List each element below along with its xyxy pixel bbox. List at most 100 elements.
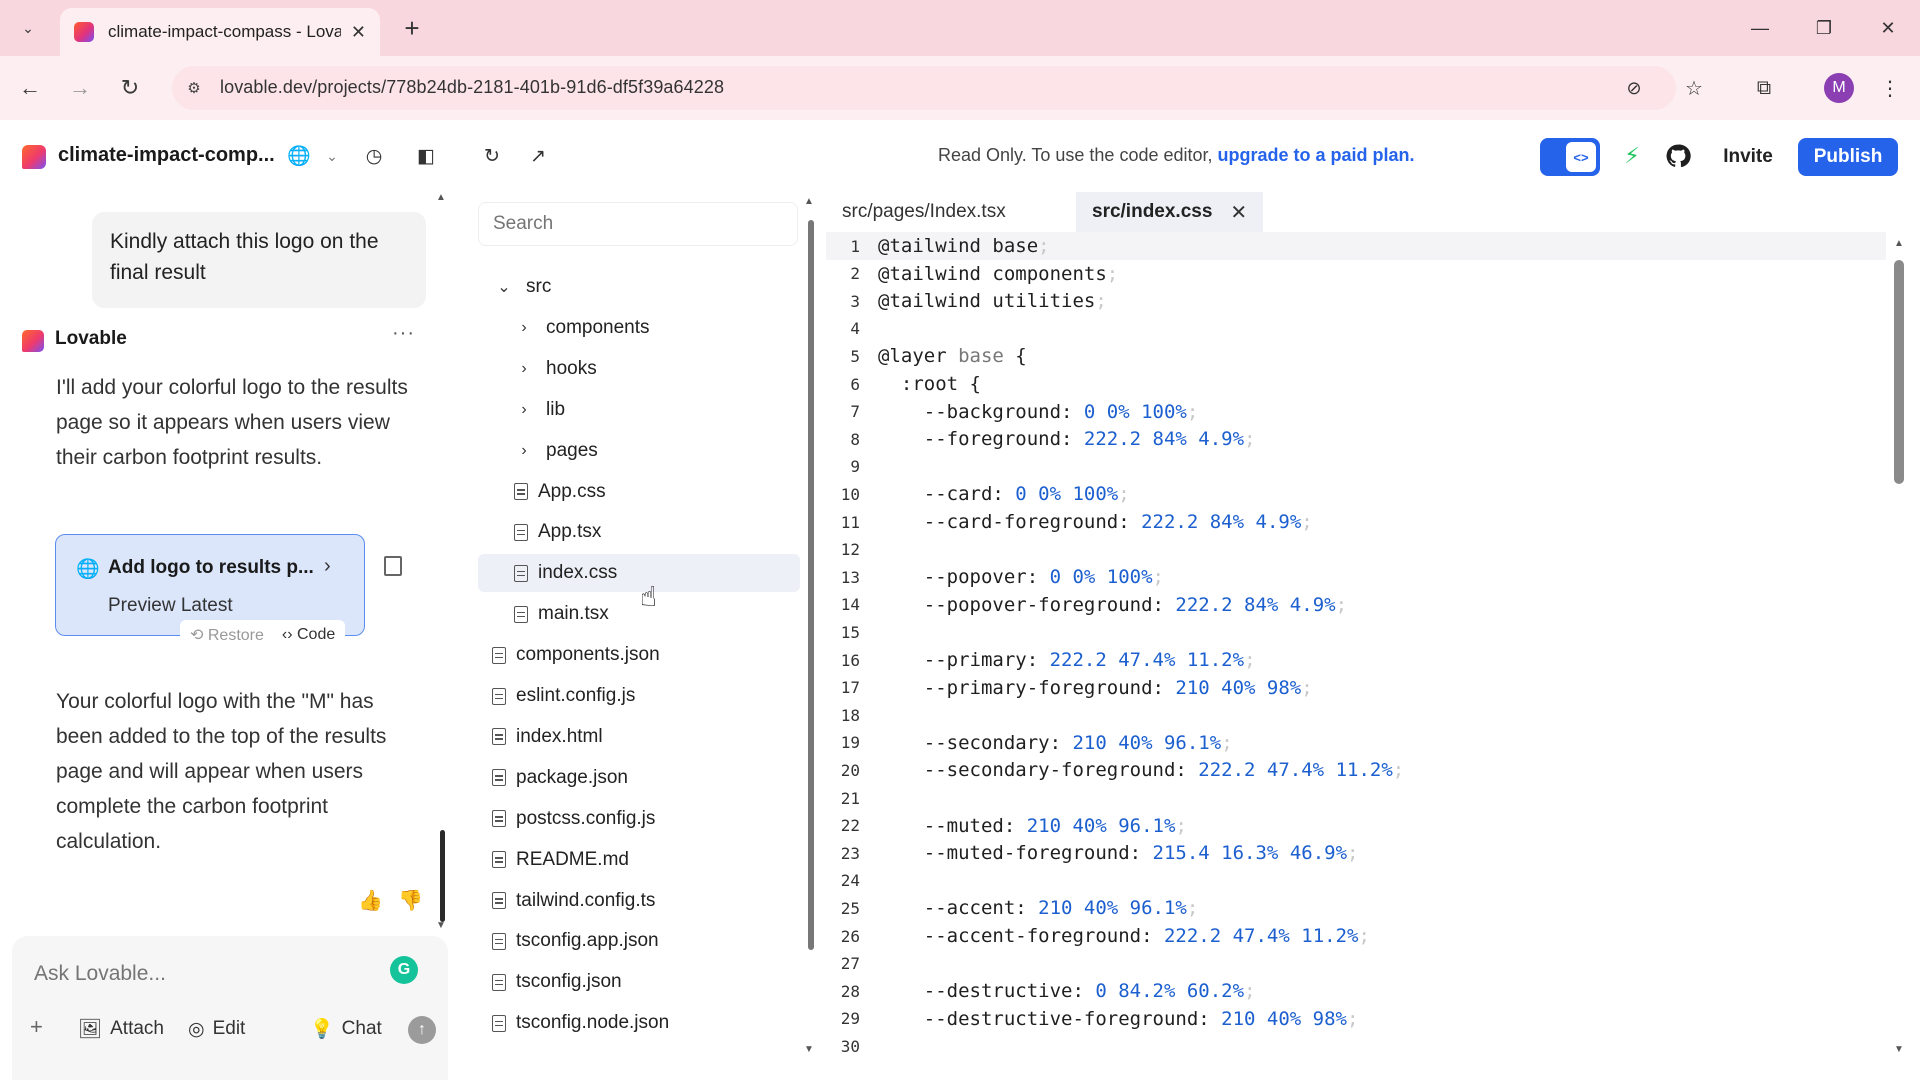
scroll-up-icon[interactable]: ▲ bbox=[1894, 238, 1904, 249]
open-external-icon[interactable]: ↗ bbox=[522, 140, 554, 172]
file-tree-folder[interactable]: ⌄ src bbox=[478, 268, 800, 306]
code-line: 12 bbox=[826, 536, 1886, 564]
file-tree-file[interactable]: tailwind.config.ts bbox=[478, 882, 800, 920]
editor-tab[interactable]: src/pages/Index.tsx bbox=[826, 192, 1022, 232]
file-tree-label: index.css bbox=[538, 562, 618, 584]
code-text: @tailwind components; bbox=[878, 262, 1119, 285]
restore-button[interactable]: ⟲ Restore bbox=[190, 625, 264, 645]
github-icon[interactable] bbox=[1662, 140, 1694, 172]
bookmark-icon[interactable] bbox=[384, 556, 402, 576]
chat-mode-button[interactable]: 💡 Chat bbox=[310, 1014, 382, 1044]
chat-input[interactable] bbox=[34, 962, 374, 986]
scroll-down-icon[interactable]: ▼ bbox=[804, 1044, 814, 1055]
chevron-right-icon[interactable]: › bbox=[514, 319, 534, 337]
new-tab-icon[interactable]: + bbox=[396, 12, 428, 44]
profile-avatar[interactable]: M bbox=[1824, 73, 1854, 103]
history-icon[interactable]: ◷ bbox=[358, 140, 390, 172]
file-tree-file[interactable]: index.css bbox=[478, 554, 800, 593]
file-tree-folder[interactable]: › components bbox=[478, 309, 800, 347]
file-tree-folder[interactable]: › pages bbox=[478, 432, 800, 470]
file-tree-file[interactable]: eslint.config.js bbox=[478, 677, 800, 715]
chevron-down-icon[interactable]: ⌄ bbox=[494, 277, 514, 297]
restore-window-icon[interactable]: ❐ bbox=[1804, 10, 1844, 46]
address-url[interactable]: lovable.dev/projects/778b24db-2181-401b-… bbox=[220, 77, 724, 98]
globe-icon[interactable]: 🌐 bbox=[283, 140, 315, 172]
forward-arrow-icon[interactable]: → bbox=[62, 70, 98, 106]
editor-tab-active[interactable]: src/index.css ✕ bbox=[1076, 192, 1264, 232]
scroll-up-icon[interactable]: ▲ bbox=[436, 192, 446, 203]
browser-tab[interactable]: climate-impact-compass - Lova ✕ bbox=[60, 8, 380, 56]
close-tab-icon[interactable]: ✕ bbox=[351, 22, 366, 43]
code-line: 30 bbox=[826, 1032, 1886, 1060]
back-arrow-icon[interactable]: ← bbox=[12, 70, 48, 106]
thumbs-down-icon[interactable]: 👎 bbox=[398, 888, 423, 913]
change-card-subtitle: Preview Latest bbox=[108, 595, 233, 616]
edit-button[interactable]: ◎ Edit bbox=[188, 1014, 245, 1044]
code-view-toggle[interactable]: <> bbox=[1540, 138, 1600, 176]
chevron-down-icon[interactable]: ⌄ bbox=[316, 140, 348, 172]
scroll-up-icon[interactable]: ▲ bbox=[804, 196, 814, 207]
lovable-avatar-icon bbox=[22, 330, 44, 352]
file-tree-file[interactable]: components.json bbox=[478, 636, 800, 674]
file-tree-scrollbar[interactable] bbox=[808, 220, 814, 950]
file-tree-file[interactable]: postcss.config.js bbox=[478, 800, 800, 838]
refresh-preview-icon[interactable]: ↻ bbox=[476, 140, 508, 172]
code-line: 8 --foreground: 222.2 84% 4.9%; bbox=[826, 425, 1886, 453]
browser-menu-icon[interactable]: ⋮ bbox=[1872, 70, 1908, 106]
minimize-window-icon[interactable]: — bbox=[1740, 10, 1780, 46]
code-button[interactable]: ‹› Code bbox=[282, 626, 335, 644]
grammarly-icon[interactable]: G bbox=[390, 956, 418, 984]
publish-button[interactable]: Publish bbox=[1798, 138, 1898, 176]
plus-icon[interactable]: + bbox=[30, 1014, 43, 1040]
code-text: --card-foreground: 222.2 84% 4.9%; bbox=[878, 511, 1313, 533]
bookmark-star-icon[interactable]: ☆ bbox=[1676, 70, 1712, 106]
file-tree-file[interactable]: App.tsx bbox=[478, 513, 800, 551]
file-tree-file[interactable]: index.html bbox=[478, 718, 800, 756]
code-content[interactable]: 1 @tailwind base; 2 @tailwind components; 3 @… bbox=[826, 232, 1896, 1080]
file-tree-file[interactable]: package.json bbox=[478, 759, 800, 797]
file-tree-folder[interactable]: › lib bbox=[478, 391, 800, 429]
file-tree-label: tsconfig.json bbox=[516, 971, 622, 993]
chevron-right-icon[interactable]: › bbox=[514, 442, 534, 460]
lovable-logo-icon[interactable] bbox=[22, 145, 46, 169]
file-tree-folder[interactable]: › hooks bbox=[478, 350, 800, 388]
site-settings-icon[interactable]: ⚙ bbox=[182, 76, 206, 100]
project-name[interactable]: climate-impact-comp... bbox=[58, 144, 275, 167]
editor-scrollbar[interactable] bbox=[1894, 260, 1904, 484]
send-icon[interactable]: ↑ bbox=[408, 1016, 436, 1044]
code-line: 26 --accent-foreground: 222.2 47.4% 11.2… bbox=[826, 922, 1886, 950]
file-tree-file[interactable]: tsconfig.node.json bbox=[478, 1004, 800, 1042]
line-number: 22 bbox=[840, 816, 860, 836]
file-tree-file[interactable]: tsconfig.json bbox=[478, 963, 800, 1001]
reload-icon[interactable]: ↻ bbox=[112, 70, 148, 106]
attach-button[interactable]: 🖼 Attach bbox=[78, 1014, 164, 1044]
chevron-right-icon[interactable]: › bbox=[514, 401, 534, 419]
file-tree-file[interactable]: tsconfig.app.json bbox=[478, 922, 800, 960]
supabase-bolt-icon[interactable]: ⚡ bbox=[1616, 140, 1648, 172]
tracking-protection-icon[interactable]: ⊘ bbox=[1622, 76, 1646, 100]
tab-list-chevron-icon[interactable]: ⌄ bbox=[12, 12, 44, 44]
extensions-icon[interactable]: ⧉ bbox=[1746, 70, 1782, 106]
close-tab-icon[interactable]: ✕ bbox=[1230, 200, 1247, 225]
file-search-input[interactable] bbox=[478, 202, 798, 246]
sidebar-toggle-icon[interactable]: ◧ bbox=[410, 140, 442, 172]
address-bar[interactable]: ⚙ lovable.dev/projects/778b24db-2181-401… bbox=[172, 66, 1676, 110]
thumbs-up-icon[interactable]: 👍 bbox=[358, 888, 383, 913]
file-icon bbox=[492, 646, 506, 664]
file-tree-file[interactable]: App.css bbox=[478, 473, 800, 511]
upgrade-link[interactable]: upgrade to a paid plan. bbox=[1218, 145, 1415, 165]
code-line: 13 --popover: 0 0% 100%; bbox=[826, 563, 1886, 591]
file-tree-file[interactable]: README.md bbox=[478, 841, 800, 879]
chat-scrollbar[interactable] bbox=[440, 830, 445, 922]
file-tree-label: lib bbox=[546, 398, 566, 420]
invite-button[interactable]: Invite bbox=[1708, 138, 1788, 176]
chevron-right-icon[interactable]: › bbox=[514, 360, 534, 378]
message-options-icon[interactable]: ··· bbox=[392, 322, 415, 345]
code-text: --foreground: 222.2 84% 4.9%; bbox=[878, 428, 1256, 451]
file-icon bbox=[492, 810, 506, 828]
file-tree-file[interactable]: main.tsx bbox=[478, 595, 800, 633]
line-number: 5 bbox=[850, 346, 860, 366]
scroll-down-icon[interactable]: ▼ bbox=[436, 920, 446, 931]
scroll-down-icon[interactable]: ▼ bbox=[1894, 1044, 1904, 1055]
close-window-icon[interactable]: ✕ bbox=[1868, 10, 1908, 46]
